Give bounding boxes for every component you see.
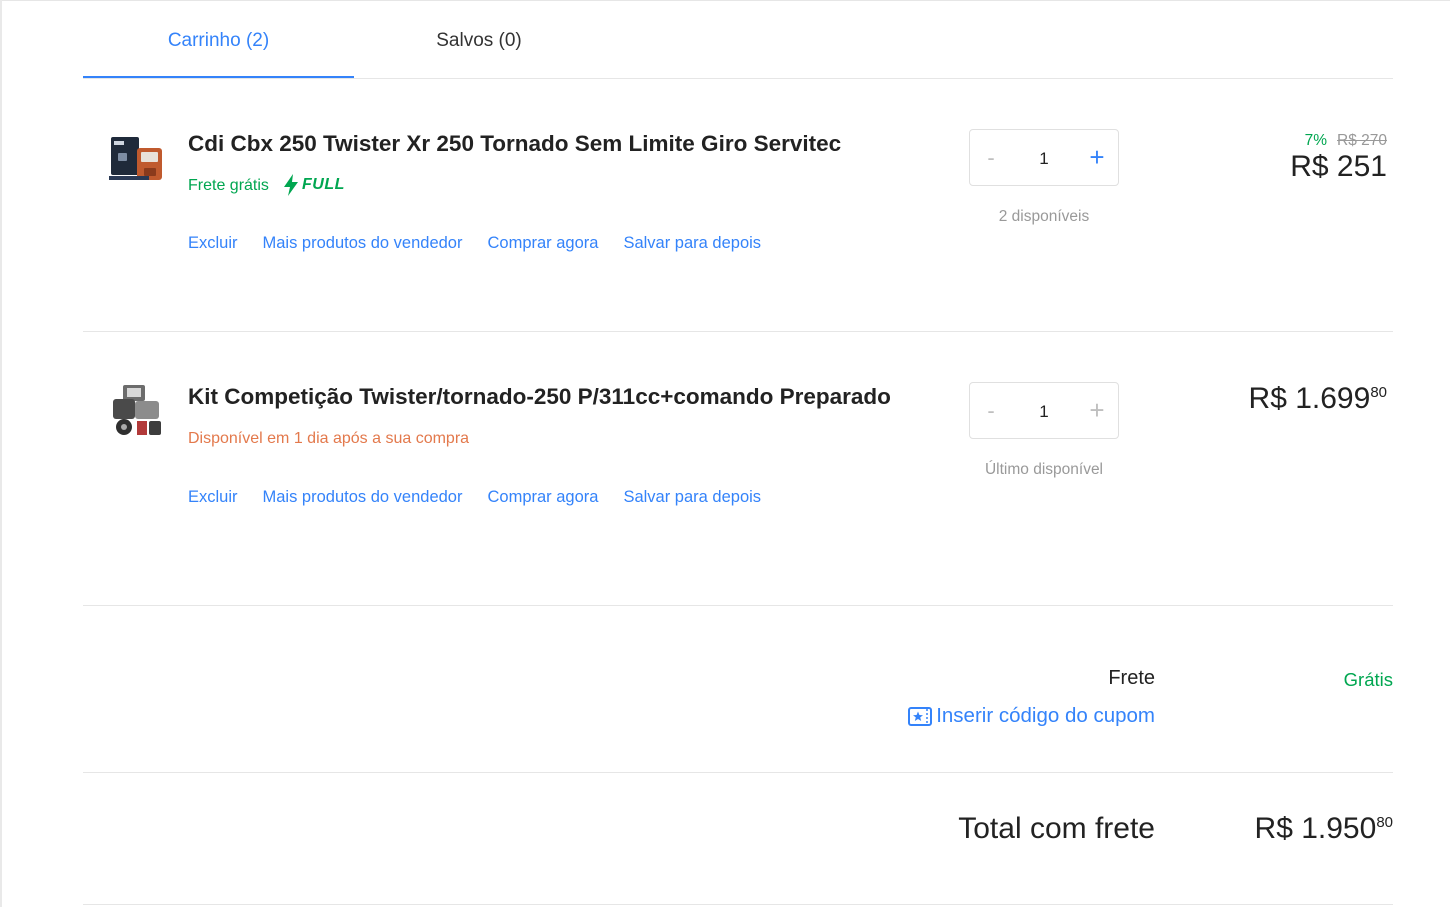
total-price-cents: 80	[1376, 814, 1393, 831]
item-price: R$ 251	[1290, 150, 1387, 184]
delivery-info: Disponível em 1 dia após a sua compra	[188, 430, 470, 447]
product-title[interactable]: Cdi Cbx 250 Twister Xr 250 Tornado Sem L…	[188, 131, 841, 157]
quantity-value[interactable]: 1	[1012, 383, 1076, 438]
shipping-value: Grátis	[1343, 669, 1393, 690]
original-price: R$ 270	[1337, 132, 1387, 149]
buy-now-link[interactable]: Comprar agora	[487, 488, 598, 507]
more-from-seller-link[interactable]: Mais produtos do vendedor	[263, 488, 463, 507]
cart-item: Kit Competição Twister/tornado-250 P/311…	[83, 332, 1393, 605]
item-actions: Excluir Mais produtos do vendedor Compra…	[188, 234, 761, 253]
more-from-seller-link[interactable]: Mais produtos do vendedor	[263, 234, 463, 253]
shipping-info: Frete grátis	[188, 177, 269, 194]
item-price-main: R$ 1.699	[1248, 382, 1371, 415]
quantity-stepper: - 1 +	[969, 129, 1119, 186]
availability-text: Último disponível	[984, 461, 1104, 478]
tab-cart[interactable]: Carrinho (2)	[83, 0, 354, 78]
item-actions: Excluir Mais produtos do vendedor Compra…	[188, 488, 761, 507]
discount-line: 7% R$ 270	[1290, 132, 1387, 150]
quantity-stepper: - 1 +	[969, 382, 1119, 439]
product-title[interactable]: Kit Competição Twister/tornado-250 P/311…	[188, 384, 891, 410]
item-price-main: R$ 251	[1290, 150, 1387, 183]
divider	[83, 605, 1393, 606]
total-price: R$ 1.95080	[1255, 812, 1393, 846]
divider	[83, 904, 1393, 905]
full-badge-label: FULL	[302, 176, 345, 193]
price-block: 7% R$ 270 R$ 251	[1290, 132, 1387, 184]
item-price: R$ 1.69980	[1249, 382, 1387, 416]
coupon-icon	[908, 706, 933, 726]
window-left-border	[0, 0, 2, 907]
full-badge: FULL	[283, 174, 345, 196]
total-price-main: R$ 1.950	[1254, 812, 1377, 845]
availability-text: 2 disponíveis	[998, 208, 1090, 225]
shipping-label: Frete	[1108, 667, 1155, 689]
delete-link[interactable]: Excluir	[188, 234, 238, 253]
buy-now-link[interactable]: Comprar agora	[487, 234, 598, 253]
cart-item: Cdi Cbx 250 Twister Xr 250 Tornado Sem L…	[83, 78, 1393, 331]
decrease-quantity-button[interactable]: -	[970, 383, 1012, 438]
save-for-later-link[interactable]: Salvar para depois	[623, 488, 761, 507]
product-thumbnail[interactable]	[109, 134, 165, 190]
save-for-later-link[interactable]: Salvar para depois	[623, 234, 761, 253]
decrease-quantity-button[interactable]: -	[970, 130, 1012, 185]
quantity-value[interactable]: 1	[1012, 130, 1076, 185]
discount-percent: 7%	[1304, 132, 1328, 149]
cart-tabs: Carrinho (2) Salvos (0)	[83, 0, 1393, 79]
delete-link[interactable]: Excluir	[188, 488, 238, 507]
tab-saved[interactable]: Salvos (0)	[354, 0, 604, 76]
coupon-label: Inserir código do cupom	[936, 704, 1155, 727]
increase-quantity-button[interactable]: +	[1076, 383, 1118, 438]
product-thumbnail[interactable]	[109, 383, 165, 439]
increase-quantity-button[interactable]: +	[1076, 130, 1118, 185]
price-block: R$ 1.69980	[1249, 382, 1387, 416]
item-price-cents: 80	[1370, 384, 1387, 401]
insert-coupon-link[interactable]: Inserir código do cupom	[908, 704, 1155, 728]
divider	[83, 772, 1393, 773]
lightning-icon	[284, 174, 298, 196]
total-label: Total com frete	[958, 812, 1155, 845]
